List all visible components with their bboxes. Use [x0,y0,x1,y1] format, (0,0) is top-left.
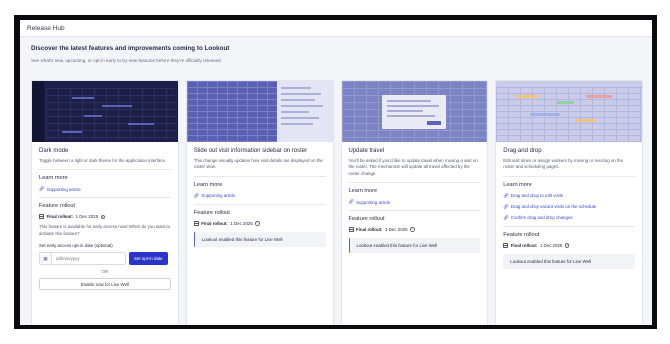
divider [193,203,326,205]
learn-more-heading: Learn more [193,181,223,188]
feature-enabled-notice: Lookout enabled this feature for Live We… [193,231,326,247]
calendar-icon[interactable]: ▦ [40,253,52,265]
final-rollout-row: Final rollout: 1 Dec 2025 i [348,227,481,233]
card-description: You'll be asked if you'd like to update … [348,158,478,176]
update-travel-preview-image [341,81,488,142]
info-icon[interactable]: i [564,242,570,248]
availability-text: This feature is available for early acce… [39,224,171,236]
link-icon: 🔗︎ [503,203,509,209]
calendar-icon [193,220,199,226]
feature-rollout-heading: Feature rollout [193,209,230,216]
card-title: Slide out visit information sidebar on r… [193,148,308,154]
set-opt-in-date-button[interactable]: Set opt-in date [129,252,168,266]
release-hub-window: Release Hub Discover the latest features… [20,20,652,325]
info-icon[interactable]: i [255,220,260,226]
opt-in-date-label: Set early access opt-in date (optional) [39,243,113,249]
drag-drop-vacant-visits-link[interactable]: 🔗︎ Drag and drop vacant visits on the sc… [503,204,635,210]
card-title: Dark mode [39,148,69,154]
calendar-icon [39,214,44,220]
feature-rollout-heading: Feature rollout [39,203,76,210]
card-description: Edit visit times or assign workers by mo… [503,158,624,170]
feature-card-slide-out-sidebar: Slide out visit information sidebar on r… [185,80,334,325]
learn-more-heading: Learn more [348,188,378,195]
link-icon: 🔗︎ [193,192,200,198]
final-rollout-row: Final rollout: 1 Dec 2025 i [503,242,635,248]
info-icon[interactable]: i [100,214,106,220]
supporting-article-link[interactable]: 🔗︎ Supporting article [194,193,326,199]
intro-heading: Discover the latest features and improve… [31,45,230,52]
supporting-article-link[interactable]: 🔗︎ Supporting article [349,199,481,205]
link-icon: 🔗︎ [348,199,355,205]
link-icon: 🔗︎ [39,186,45,192]
link-icon: 🔗︎ [503,192,509,198]
final-rollout-row: Final rollout: 1 Dec 2025 i [193,220,326,226]
calendar-icon [348,227,354,233]
enable-now-button[interactable]: Enable now for Live Well [39,278,171,291]
divider [348,182,481,184]
feature-cards: Dark mode Toggle between a light or dark… [31,80,643,325]
card-description: Toggle between a light or dark theme for… [39,158,167,163]
divider [348,210,481,212]
opt-in-date-field[interactable]: ▦ [39,252,126,266]
drag-drop-edit-visits-link[interactable]: 🔗︎ Drag and drop to edit visits [503,193,635,199]
divider [39,169,171,171]
dark-mode-preview-image [32,81,178,142]
divider [503,225,635,227]
supporting-article-link[interactable]: 🔗︎ Supporting article [39,186,171,192]
or-separator: OR [101,269,109,275]
feature-card-dark-mode: Dark mode Toggle between a light or dark… [31,80,179,325]
slide-out-sidebar-preview-image [186,81,333,142]
divider [193,175,326,177]
drag-and-drop-preview-image [496,81,642,142]
intro-subheading: See what's new, upcoming, or opt-in earl… [31,58,222,63]
feature-rollout-heading: Feature rollout [503,231,540,238]
feature-card-update-travel: Update travel You'll be asked if you'd l… [340,80,489,325]
final-rollout-row: Final rollout: 1 Dec 2025 i [39,214,171,220]
link-icon: 🔗︎ [503,214,509,220]
info-icon[interactable]: i [410,227,415,232]
learn-more-heading: Learn more [39,175,68,182]
card-title: Drag and drop [503,148,542,154]
card-title: Update travel [348,148,385,154]
divider [39,197,171,199]
intro-section: Discover the latest features and improve… [20,37,652,63]
calendar-icon [503,242,509,248]
feature-enabled-notice: Lookout enabled this feature for Live We… [503,253,635,269]
feature-card-drag-and-drop: Drag and drop Edit visit times or assign… [495,80,643,325]
confirm-drag-drop-link[interactable]: 🔗︎ Confirm drag and drop changes [503,215,635,221]
feature-enabled-notice: Lookout enabled this feature for Live We… [348,238,481,254]
opt-in-row: ▦ Set opt-in date [39,252,171,266]
learn-more-heading: Learn more [503,181,532,188]
card-description: This change visually updates how visit d… [193,158,323,170]
top-bar: Release Hub [20,20,652,37]
divider [503,175,635,177]
feature-rollout-heading: Feature rollout [348,216,385,223]
opt-in-date-input[interactable] [52,256,122,262]
page-title: Release Hub [27,24,65,32]
